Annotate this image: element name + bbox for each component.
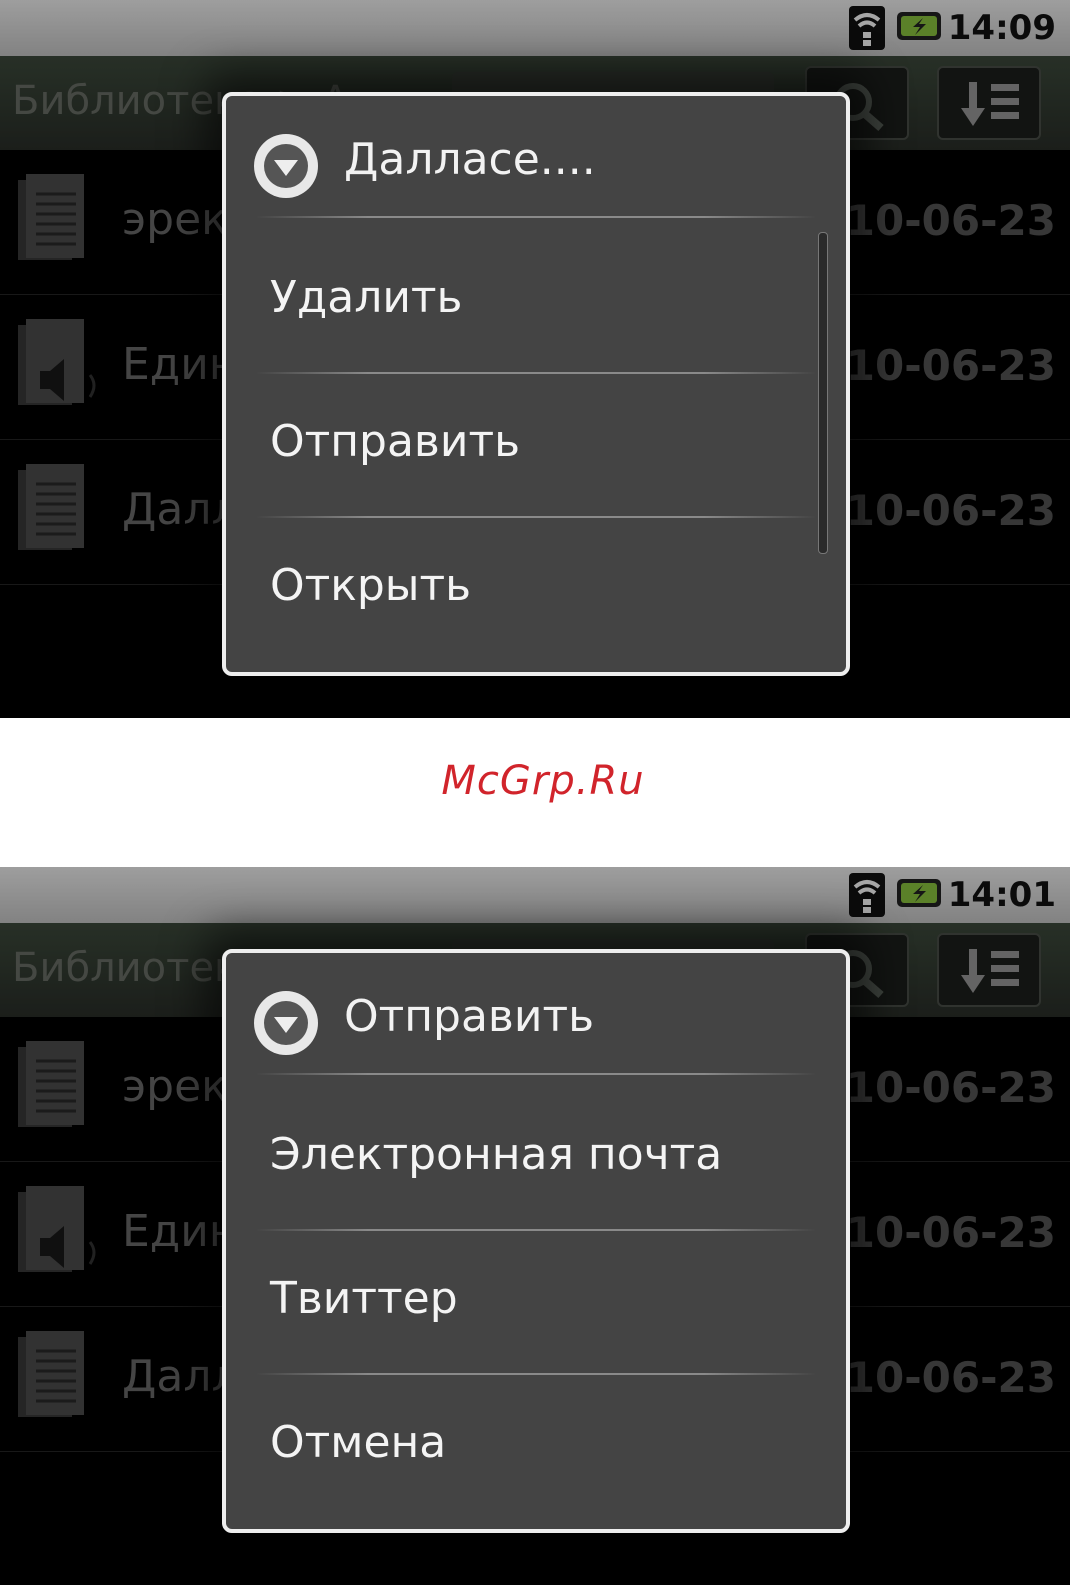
menu-item-label: Электронная почта xyxy=(270,1129,723,1180)
send-menu-dialog: Отправить Электронная почта Твиттер Отме… xyxy=(222,949,850,1533)
menu-item-cancel[interactable]: Отмена xyxy=(226,1371,846,1515)
menu-item-label: Открыть xyxy=(270,560,472,611)
dialog-header: Далласе.... xyxy=(226,96,846,218)
menu-item-label: Отмена xyxy=(270,1417,447,1468)
menu-item-label: Твиттер xyxy=(270,1273,458,1324)
scrollbar[interactable] xyxy=(818,232,828,554)
dialog-title: Далласе.... xyxy=(344,134,596,185)
menu-item-open[interactable]: Открыть xyxy=(226,514,846,658)
menu-item-label: Отправить xyxy=(270,416,521,467)
dialog-header: Отправить xyxy=(226,953,846,1075)
divider xyxy=(256,1073,816,1075)
watermark: McGrp.Ru xyxy=(441,758,645,804)
divider xyxy=(256,216,816,218)
menu-item-send[interactable]: Отправить xyxy=(226,370,846,514)
screen-delete-menu: 14:09 Библиотека > Анн... xyxy=(0,0,1070,718)
dropdown-circle-icon xyxy=(254,134,318,198)
menu-item-delete[interactable]: Удалить xyxy=(226,226,846,370)
menu-item-email[interactable]: Электронная почта xyxy=(226,1083,846,1227)
screen-send-menu: 14:01 Библиотека > Анн... xyxy=(0,867,1070,1585)
menu-item-label: Удалить xyxy=(270,272,463,323)
menu-item-twitter[interactable]: Твиттер xyxy=(226,1227,846,1371)
context-menu-dialog: Далласе.... Удалить Отправить Открыть xyxy=(222,92,850,676)
dropdown-circle-icon xyxy=(254,991,318,1055)
dialog-title: Отправить xyxy=(344,991,595,1042)
